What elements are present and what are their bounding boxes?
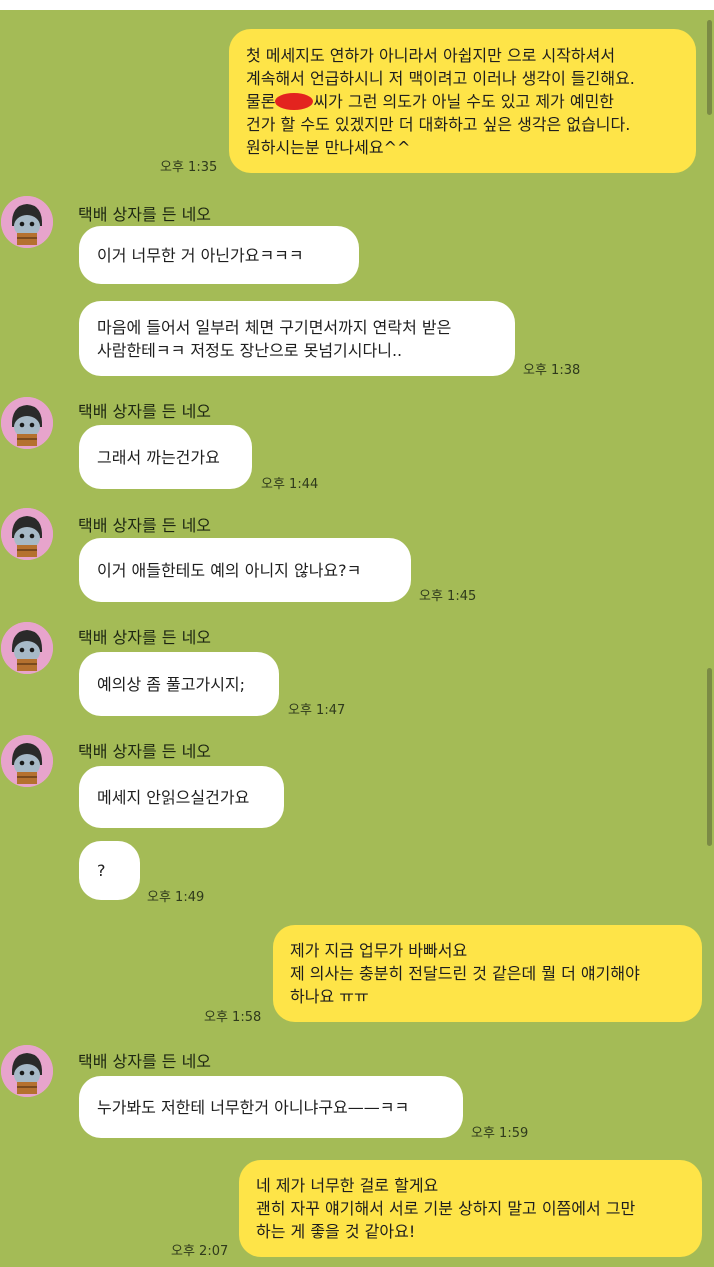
outgoing-message-bubble[interactable]: 제가 지금 업무가 바빠서요 제 의사는 충분히 전달드린 것 같은데 뭘 더 … — [273, 925, 702, 1022]
message-timestamp: 오후 2:07 — [171, 1244, 229, 1259]
message-line: 물론 씨가 그런 의도가 아닐 수도 있고 제가 예민한 — [246, 91, 615, 111]
sender-name: 택배 상자를 든 네오 — [78, 516, 212, 535]
scrollbar-thumb-top[interactable] — [707, 20, 712, 115]
message-timestamp: 오후 1:59 — [471, 1126, 529, 1141]
message-line: 네 제가 너무한 걸로 할게요 — [256, 1176, 439, 1195]
message-line: 건가 할 수도 있겠지만 더 대화하고 싶은 생각은 없습니다. — [246, 114, 631, 134]
message-line: 사람한테ㅋㅋ 저정도 장난으로 못넘기시다니.. — [97, 340, 403, 360]
incoming-message-bubble[interactable]: 누가봐도 저한테 너무한거 아니냐구요——ㅋㅋ — [79, 1076, 463, 1138]
message-line: 메세지 안읽으실건가요 — [97, 787, 250, 807]
neo-character-avatar-icon[interactable] — [1, 622, 53, 674]
message-timestamp: 오후 1:58 — [204, 1010, 262, 1025]
message-timestamp: 오후 1:45 — [419, 589, 477, 604]
message-line: 마음에 들어서 일부러 체면 구기면서까지 연락처 받은 — [97, 317, 452, 337]
message-line: 제가 지금 업무가 바빠서요 — [290, 941, 468, 960]
outgoing-message-bubble[interactable]: 첫 메세지도 연하가 아니라서 아쉽지만 으로 시작하셔서 계속해서 언급하시니… — [229, 29, 696, 173]
neo-character-avatar-icon[interactable] — [1, 508, 53, 560]
message-line: ? — [97, 861, 106, 880]
message-timestamp: 오후 1:49 — [147, 890, 205, 905]
message-line: 계속해서 언급하시니 저 맥이려고 이러나 생각이 들긴해요. — [246, 68, 635, 88]
incoming-message-bubble[interactable]: 예의상 좀 풀고가시지; — [79, 652, 279, 716]
top-edge — [0, 0, 714, 10]
outgoing-message-bubble[interactable]: 네 제가 너무한 걸로 할게요 괜히 자꾸 얘기해서 서로 기분 상하지 말고 … — [239, 1160, 702, 1257]
message-timestamp: 오후 1:38 — [523, 363, 581, 378]
message-timestamp: 오후 1:35 — [160, 160, 218, 175]
neo-character-avatar-icon[interactable] — [1, 1045, 53, 1097]
neo-character-avatar-icon[interactable] — [1, 397, 53, 449]
scrollbar-thumb[interactable] — [707, 668, 712, 846]
incoming-message-bubble[interactable]: 이거 애들한테도 예의 아니지 않나요?ㅋ — [79, 538, 411, 602]
message-line: 그래서 까는건가요 — [97, 447, 220, 467]
message-timestamp: 오후 1:47 — [288, 703, 346, 718]
message-line: 이거 애들한테도 예의 아니지 않나요?ㅋ — [97, 560, 362, 580]
message-line: 하는 게 좋을 것 같아요! — [256, 1222, 416, 1241]
neo-character-avatar-icon[interactable] — [1, 196, 53, 248]
sender-name: 택배 상자를 든 네오 — [78, 628, 212, 647]
message-line: 괜히 자꾸 얘기해서 서로 기분 상하지 말고 이쯤에서 그만 — [256, 1199, 636, 1218]
neo-character-avatar-icon[interactable] — [1, 735, 53, 787]
message-timestamp: 오후 1:44 — [261, 477, 319, 492]
message-line: 이거 너무한 거 아닌가요ㅋㅋㅋ — [97, 245, 304, 265]
message-line: 예의상 좀 풀고가시지; — [97, 674, 246, 694]
incoming-message-bubble[interactable]: 이거 너무한 거 아닌가요ㅋㅋㅋ — [79, 226, 359, 284]
sender-name: 택배 상자를 든 네오 — [78, 402, 212, 421]
message-line: 하나요 ㅠㅠ — [290, 987, 369, 1006]
incoming-message-bubble[interactable]: 메세지 안읽으실건가요 — [79, 766, 284, 828]
message-line: 제 의사는 충분히 전달드린 것 같은데 뭘 더 얘기해야 — [290, 964, 640, 983]
redaction-mark — [275, 92, 314, 110]
incoming-message-bubble[interactable]: ? — [79, 841, 140, 900]
sender-name: 택배 상자를 든 네오 — [78, 1052, 212, 1071]
incoming-message-bubble[interactable]: 그래서 까는건가요 — [79, 425, 252, 489]
message-line: 첫 메세지도 연하가 아니라서 아쉽지만 으로 시작하셔서 — [246, 45, 616, 65]
message-line: 원하시는분 만나세요^^ — [246, 137, 411, 157]
sender-name: 택배 상자를 든 네오 — [78, 742, 212, 761]
incoming-message-bubble[interactable]: 마음에 들어서 일부러 체면 구기면서까지 연락처 받은 사람한테ㅋㅋ 저정도 … — [79, 301, 515, 376]
sender-name: 택배 상자를 든 네오 — [78, 205, 212, 224]
message-line: 누가봐도 저한테 너무한거 아니냐구요——ㅋㅋ — [97, 1097, 410, 1117]
